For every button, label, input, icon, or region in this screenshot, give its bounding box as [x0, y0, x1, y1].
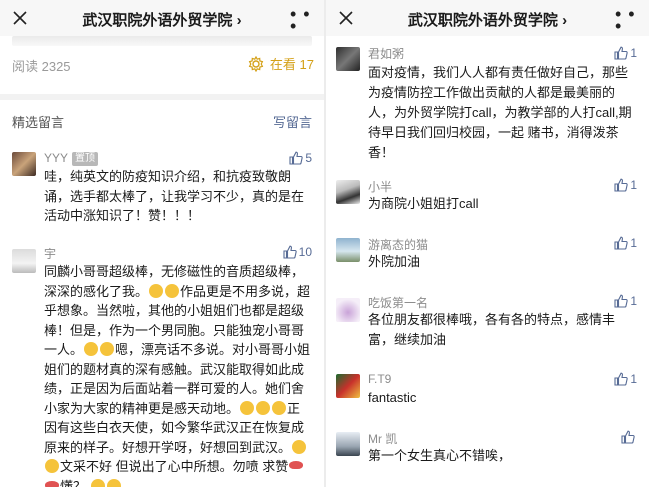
thumbs-up-icon: [614, 372, 629, 386]
comment-author: YYY 置顶: [44, 151, 99, 166]
comment-text: 第一个女生真心不错唉，: [368, 448, 512, 463]
like-button[interactable]: 1: [614, 236, 637, 250]
nav-bar: 武汉职院外语外贸学院 › • • •: [0, 0, 324, 36]
emoji-icon: [90, 478, 105, 487]
avatar[interactable]: [336, 432, 360, 456]
like-button[interactable]: 1: [614, 372, 637, 386]
emoji-icon: [165, 283, 180, 298]
comment-text: fantastic: [368, 390, 417, 405]
comment-author: 游离态的猫: [368, 238, 429, 252]
comments-header: 精选留言 写留言: [0, 100, 324, 140]
thumbs-up-icon: [283, 245, 297, 259]
thumbs-up-icon: [614, 294, 629, 308]
like-button[interactable]: [621, 430, 637, 444]
avatar[interactable]: [336, 374, 360, 398]
thumbs-up-icon: [614, 178, 629, 192]
zaikan-icon: [248, 55, 264, 72]
comment-author: 君如粥: [368, 47, 405, 61]
avatar[interactable]: [336, 238, 360, 262]
faded-content: [12, 36, 312, 46]
comment-text: 面对疫情，我们人人都有责任做好自己，那些为疫情防控工作做出贡献的人都是最美丽的人…: [368, 65, 632, 160]
comment-text: 外院加油: [368, 254, 421, 269]
nav-bar: 武汉职院外语外贸学院 › • • •: [326, 0, 649, 36]
like-button[interactable]: 1: [614, 46, 637, 60]
like-button[interactable]: 5: [289, 151, 312, 165]
comment-author: F.T9: [368, 372, 392, 386]
comment-text: 哇，纯英文的防疫知识介绍，和抗疫致敬朗诵，选手都太棒了，让我学习不少，真的是在活…: [44, 169, 305, 223]
read-count: 阅读 2325: [12, 59, 71, 74]
comment-author: 宇: [44, 247, 57, 261]
emoji-icon: [84, 342, 99, 356]
lips-emoji-icon: [45, 480, 59, 487]
right-panel: 武汉职院外语外贸学院 › • • • 君如粥 1 面对疫情，我们人人都有责任做好…: [326, 0, 649, 487]
lips-emoji-icon: [289, 461, 304, 469]
emoji-icon: [272, 400, 287, 415]
more-icon[interactable]: • • •: [290, 5, 312, 35]
avatar[interactable]: [336, 298, 360, 322]
left-panel: 武汉职院外语外贸学院 › • • • 阅读 2325 在看 17 精选留言 写留…: [0, 0, 324, 487]
comment-author: 吃饭第一名: [368, 296, 429, 310]
comment-list: 君如粥 1 面对疫情，我们人人都有责任做好自己，那些为疫情防控工作做出贡献的人都…: [326, 36, 649, 487]
avatar[interactable]: [336, 180, 360, 204]
account-title[interactable]: 武汉职院外语外贸学院 ›: [0, 9, 324, 30]
account-title[interactable]: 武汉职院外语外贸学院 ›: [326, 9, 649, 30]
article-stats: 阅读 2325 在看 17: [0, 36, 324, 94]
thumbs-up-icon: [614, 46, 629, 60]
pinned-badge: 置顶: [72, 152, 99, 166]
emoji-icon: [45, 459, 59, 473]
emoji-icon: [292, 439, 307, 454]
emoji-icon: [256, 400, 271, 415]
more-icon[interactable]: • • •: [615, 5, 637, 35]
like-button[interactable]: 1: [614, 294, 637, 308]
comment-text: 各位朋友都很棒哦，各有各的特点，感情丰富，继续加油: [368, 312, 616, 347]
comments-label: 精选留言: [12, 115, 65, 130]
comment-author: 小半: [368, 180, 393, 194]
emoji-icon: [240, 400, 255, 415]
comment-text: 同麟小哥哥超级棒，无修磁性的音质超级棒，深深的感化了我。 作品更是不用多说，超乎想…: [44, 262, 312, 487]
comment-text: 为商院小姐姐打call: [368, 196, 479, 211]
like-button[interactable]: 1: [614, 178, 637, 192]
emoji-icon: [149, 283, 164, 298]
comment-author: Mr 凯: [368, 432, 398, 446]
zaikan-button[interactable]: 在看 17: [248, 54, 314, 73]
write-comment-link[interactable]: 写留言: [273, 112, 312, 131]
thumbs-up-icon: [614, 236, 629, 250]
thumbs-up-icon: [289, 151, 304, 165]
thumbs-up-icon: [621, 430, 635, 444]
avatar[interactable]: [12, 249, 36, 273]
zaikan-label: 在看 17: [269, 57, 314, 72]
emoji-icon: [106, 478, 121, 487]
like-button[interactable]: 10: [283, 245, 312, 259]
avatar[interactable]: [336, 47, 360, 71]
emoji-icon: [100, 342, 115, 356]
avatar[interactable]: [12, 152, 36, 176]
